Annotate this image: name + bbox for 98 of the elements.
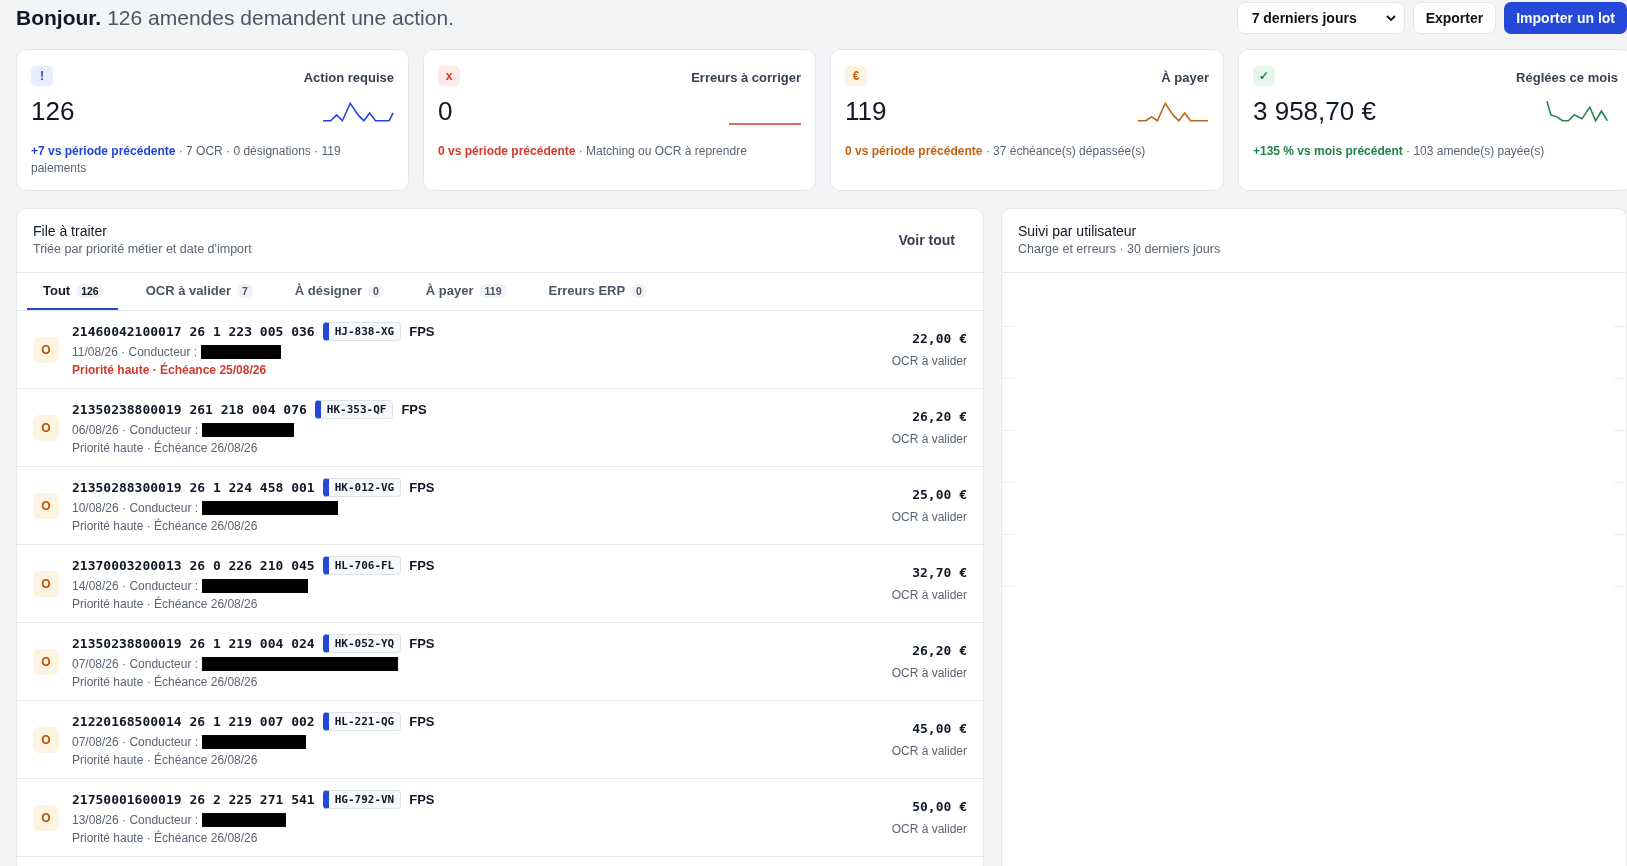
fine-type: FPS xyxy=(409,714,435,729)
fine-status: OCR à valider xyxy=(891,510,967,524)
status-badge: O xyxy=(33,336,59,363)
panel-title: Suivi par utilisateur xyxy=(1018,223,1138,239)
fine-amount: 25,00 € xyxy=(912,487,967,502)
sparkline xyxy=(729,123,801,125)
fine-type: FPS xyxy=(409,792,435,807)
status-badge: O xyxy=(33,492,59,519)
status-badge: O xyxy=(33,648,59,675)
see-all-link[interactable]: Voir tout xyxy=(898,231,955,248)
plate-tag: HJ-838-XG xyxy=(322,322,402,341)
fine-number: 21350288300019 26 1 224 458 001 xyxy=(72,480,315,495)
stat-title: Réglées ce mois xyxy=(1516,70,1618,85)
chevron-down-icon xyxy=(1385,14,1396,22)
fine-number: 21460042100017 26 1 223 005 036 xyxy=(72,324,315,339)
panel-subtitle: Triée par priorité métier et date d'import xyxy=(33,242,252,256)
fine-date: 07/08/26 · Conducteur : xyxy=(72,735,199,749)
priority-text: Priorité haute · Échéance 26/08/26 xyxy=(72,441,259,455)
fine-row[interactable]: O 21350238800019 26 1 219 004 024 HK-052-YQ FPS 07/08/26 · Conducteur : Priorité haute · Échéance 26/08/26 26,20 € OCR à valider xyxy=(17,623,983,701)
fine-date: 07/08/26 · Conducteur : xyxy=(72,657,199,671)
priority-text: Priorité haute · Échéance 26/08/26 xyxy=(72,675,259,689)
fine-amount: 32,70 € xyxy=(912,565,967,580)
stat-icon: € xyxy=(845,66,867,86)
sparkline xyxy=(322,99,394,125)
fine-type: FPS xyxy=(409,636,435,651)
status-badge: O xyxy=(33,414,59,441)
panel-title: File à traiter xyxy=(33,223,108,239)
fine-row[interactable]: O 21350288300019 26 1 224 458 001 HK-012-VG FPS 10/08/26 · Conducteur : Priorité haute · Échéance 26/08/26 25,00 € OCR à valider xyxy=(17,467,983,545)
import-button[interactable]: Importer un lot xyxy=(1504,2,1627,34)
export-button[interactable]: Exporter xyxy=(1412,2,1497,34)
fine-date: 14/08/26 · Conducteur : xyxy=(72,579,199,593)
fine-date: 10/08/26 · Conducteur : xyxy=(72,501,199,515)
fine-type: FPS xyxy=(409,324,435,339)
stat-title: À payer xyxy=(1161,70,1209,85)
period-select[interactable]: 7 derniers jours xyxy=(1236,2,1405,34)
fine-date: 13/08/26 · Conducteur : xyxy=(72,813,199,827)
fine-number: 21370003200013 26 0 226 210 045 xyxy=(72,558,315,573)
status-badge: O xyxy=(33,804,59,831)
fine-number: 21750001600019 26 2 225 271 541 xyxy=(72,792,315,807)
fine-status: OCR à valider xyxy=(891,432,967,446)
filter-tab[interactable]: Erreurs ERP 0 xyxy=(532,273,661,310)
fine-amount: 22,00 € xyxy=(912,331,967,346)
fine-row[interactable]: O 21750001600019 26 2 225 271 541 HG-792-VN FPS 13/08/26 · Conducteur : Priorité haute · Échéance 26/08/26 50,00 € OCR à valider xyxy=(17,779,983,857)
panel-subtitle: Charge et erreurs · 30 derniers jours xyxy=(1018,242,1221,256)
priority-text: Priorité haute · Échéance 26/08/26 xyxy=(72,597,259,611)
plate-tag: HK-012-VG xyxy=(322,478,402,497)
filter-tab[interactable]: À désigner 0 xyxy=(278,273,398,310)
fine-amount: 50,00 € xyxy=(912,799,967,814)
fine-status: OCR à valider xyxy=(891,822,967,836)
fine-status: OCR à valider xyxy=(891,588,967,602)
priority-text: Priorité haute · Échéance 26/08/26 xyxy=(72,519,259,533)
filter-tab[interactable]: OCR à valider 7 xyxy=(129,273,267,310)
filter-tab[interactable]: Tout 126 xyxy=(27,273,118,310)
fine-date: 06/08/26 · Conducteur : xyxy=(72,423,199,437)
status-badge: O xyxy=(33,726,59,753)
fine-status: OCR à valider xyxy=(891,666,967,680)
fine-type: FPS xyxy=(409,480,435,495)
stat-value: 126 xyxy=(31,96,75,127)
page-subtitle: 126 amendes demandent une action. xyxy=(107,6,454,30)
fine-type: FPS xyxy=(409,558,435,573)
fine-row[interactable]: O 21350238800019 261 218 004 076 HK-353-QF FPS 06/08/26 · Conducteur : Priorité haute · Échéance 26/08/26 26,20 € OCR à valider xyxy=(17,389,983,467)
fine-amount: 26,20 € xyxy=(912,643,967,658)
stat-title: Erreurs à corriger xyxy=(691,70,801,85)
fine-number: 21350238800019 261 218 004 076 xyxy=(72,402,307,417)
plate-tag: HK-353-QF xyxy=(314,400,394,419)
plate-tag: HL-706-FL xyxy=(322,556,402,575)
fine-row[interactable]: O 21460042100017 26 1 223 005 036 HJ-838-XG FPS 11/08/26 · Conducteur : Priorité haute · Échéance 25/08/26 22,00 € OCR à valider xyxy=(17,311,983,389)
stat-title: Action requise xyxy=(303,70,394,85)
priority-text: Priorité haute · Échéance 26/08/26 xyxy=(72,831,259,845)
greeting: Bonjour. xyxy=(16,6,102,30)
stat-detail: 0 vs période précédente · 37 échéance(s) dépassée(s) xyxy=(845,143,1147,160)
status-badge: O xyxy=(33,570,59,597)
fine-status: OCR à valider xyxy=(891,354,967,368)
stat-icon: x xyxy=(438,66,460,86)
fine-date: 11/08/26 · Conducteur : xyxy=(72,345,198,359)
filter-tab[interactable]: À payer 119 xyxy=(409,273,521,310)
stat-value: 3 958,70 € xyxy=(1253,96,1376,127)
fine-status: OCR à valider xyxy=(891,744,967,758)
priority-text: Priorité haute · Échéance 26/08/26 xyxy=(72,753,259,767)
stat-detail: +135 % vs mois précédent · 103 amende(s) payée(s) xyxy=(1253,143,1546,160)
priority-text: Priorité haute · Échéance 25/08/26 xyxy=(72,363,268,377)
fine-amount: 26,20 € xyxy=(912,409,967,424)
plate-tag: HL-221-QG xyxy=(322,712,402,731)
fine-amount: 45,00 € xyxy=(912,721,967,736)
plate-tag: HK-052-YQ xyxy=(322,634,402,653)
fine-number: 21350238800019 26 1 219 004 024 xyxy=(72,636,315,651)
stat-detail: 0 vs période précédente · Matching ou OCR à reprendre xyxy=(438,143,748,160)
fine-number: 21220168500014 26 1 219 007 002 xyxy=(72,714,315,729)
plate-tag: HG-792-VN xyxy=(322,790,402,809)
fine-type: FPS xyxy=(401,402,427,417)
stat-icon: ✓ xyxy=(1253,66,1275,86)
stat-detail: +7 vs période précédente · 7 OCR · 0 désignations · 119 paiements xyxy=(31,143,342,177)
sparkline xyxy=(1137,99,1209,125)
fine-row[interactable]: O 21220168500014 26 1 219 007 002 HL-221-QG FPS 07/08/26 · Conducteur : Priorité haute · Échéance 26/08/26 45,00 € OCR à valider xyxy=(17,701,983,779)
stat-value: 0 xyxy=(438,96,453,127)
stat-value: 119 xyxy=(845,96,887,127)
fine-row[interactable]: O 21370003200013 26 0 226 210 045 HL-706-FL FPS 14/08/26 · Conducteur : Priorité haute · Échéance 26/08/26 32,70 € OCR à valider xyxy=(17,545,983,623)
stat-icon: ! xyxy=(31,66,53,86)
